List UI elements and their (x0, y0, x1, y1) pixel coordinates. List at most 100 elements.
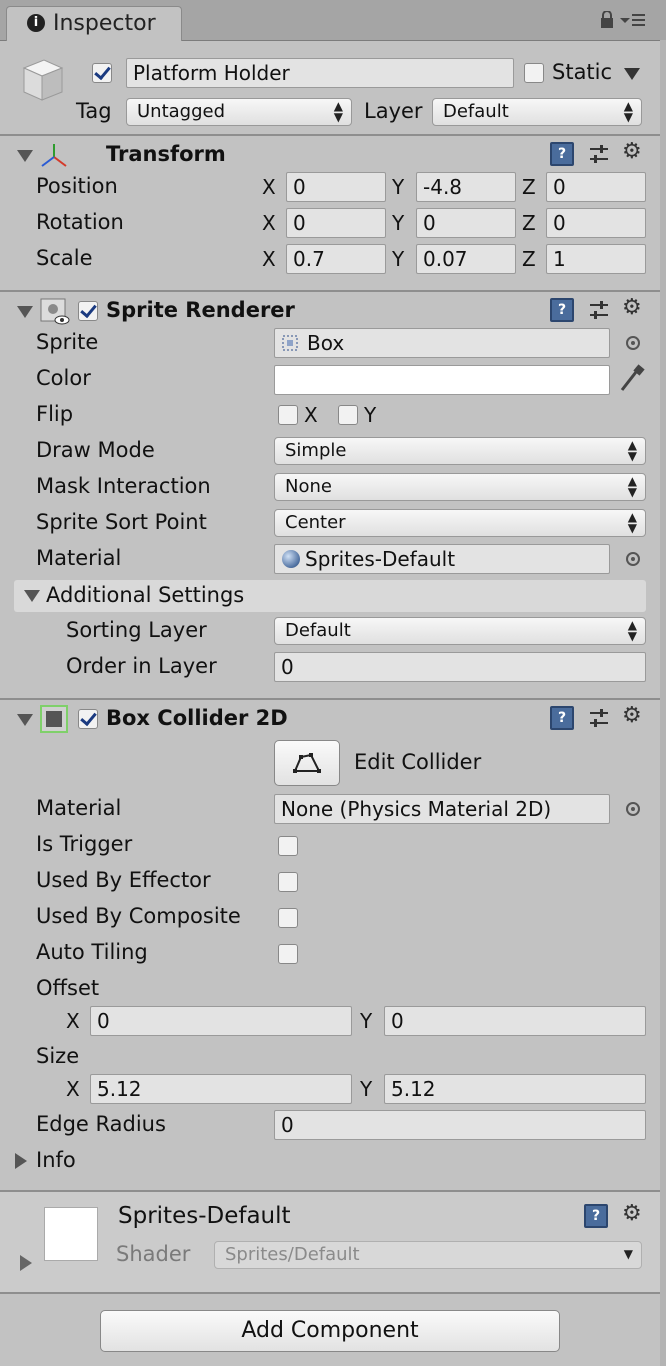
order-in-layer-label: Order in Layer (66, 654, 217, 678)
draw-mode-dropdown[interactable]: Simple ▲ ▼ (274, 437, 646, 465)
sliders-icon[interactable] (588, 707, 610, 729)
gear-icon[interactable]: ⚙ (622, 295, 642, 320)
auto-tiling-checkbox[interactable] (278, 944, 298, 964)
add-component-button[interactable]: Add Component (100, 1310, 560, 1352)
sprite-field[interactable]: Box (274, 328, 610, 358)
menu-icon[interactable] (620, 12, 646, 28)
sliders-icon[interactable] (588, 299, 610, 321)
box-collider-title: Box Collider 2D (106, 706, 288, 730)
position-z-field[interactable]: 0 (546, 172, 646, 202)
help-icon[interactable]: ? (550, 298, 574, 322)
rotation-y-field[interactable]: 0 (416, 208, 516, 238)
collider-material-field[interactable]: None (Physics Material 2D) (274, 794, 610, 824)
offset-y-field[interactable]: 0 (384, 1006, 646, 1036)
size-x-label: X (66, 1077, 80, 1101)
static-label: Static (552, 60, 613, 84)
tag-dropdown-value: Untagged (137, 101, 226, 122)
help-icon[interactable]: ? (584, 1204, 608, 1228)
picker-icon[interactable] (626, 336, 640, 350)
eyedropper-icon[interactable] (618, 364, 646, 394)
additional-settings-foldout[interactable] (24, 590, 40, 602)
scale-y-field[interactable]: 0.07 (416, 244, 516, 274)
axis-z-label: Z (522, 175, 536, 199)
rotation-z-field[interactable]: 0 (546, 208, 646, 238)
dropdown-arrows-icon: ▲ ▼ (627, 438, 637, 463)
sprite-sort-point-dropdown[interactable]: Center ▲ ▼ (274, 509, 646, 537)
is-trigger-label: Is Trigger (36, 832, 133, 856)
static-dropdown-icon[interactable] (624, 68, 640, 80)
used-by-effector-checkbox[interactable] (278, 872, 298, 892)
scrollbar-track[interactable] (660, 40, 666, 1366)
scale-z-field[interactable]: 1 (546, 244, 646, 274)
transform-foldout[interactable] (17, 150, 33, 162)
tab-title: Inspector (53, 11, 156, 36)
info-foldout[interactable] (15, 1153, 27, 1169)
box-collider-enabled-checkbox[interactable] (78, 709, 98, 729)
flip-x-checkbox[interactable] (278, 405, 298, 425)
info-icon: i (27, 14, 45, 32)
divider (0, 698, 660, 700)
info-label: Info (36, 1148, 76, 1172)
sorting-layer-label: Sorting Layer (66, 618, 207, 642)
layer-dropdown[interactable]: Default ▲ ▼ (432, 98, 642, 126)
material-sphere-icon (282, 550, 300, 568)
is-trigger-checkbox[interactable] (278, 836, 298, 856)
dropdown-arrows-icon: ▲ ▼ (627, 618, 637, 643)
edge-radius-label: Edge Radius (36, 1112, 166, 1136)
size-y-field[interactable]: 5.12 (384, 1074, 646, 1104)
position-x-field[interactable]: 0 (286, 172, 386, 202)
draw-mode-value: Simple (285, 440, 347, 461)
gear-icon[interactable]: ⚙ (622, 139, 642, 164)
offset-label: Offset (36, 976, 100, 1000)
size-y-label: Y (360, 1077, 373, 1101)
sprite-renderer-enabled-checkbox[interactable] (78, 301, 98, 321)
shader-label: Shader (116, 1242, 191, 1266)
lock-icon[interactable] (599, 10, 615, 29)
edit-collider-button[interactable] (274, 740, 340, 786)
static-checkbox[interactable] (524, 63, 544, 83)
axis-z-label: Z (522, 211, 536, 235)
object-name-field[interactable]: Platform Holder (126, 58, 514, 88)
sprite-label: Sprite (36, 330, 99, 354)
shader-dropdown[interactable]: Sprites/Default ▼ (214, 1241, 642, 1269)
position-y-field[interactable]: -4.8 (416, 172, 516, 202)
sliders-icon[interactable] (588, 143, 610, 165)
tag-dropdown[interactable]: Untagged ▲ ▼ (126, 98, 352, 126)
picker-icon[interactable] (626, 802, 640, 816)
order-in-layer-field[interactable]: 0 (274, 652, 646, 682)
edge-radius-field[interactable]: 0 (274, 1110, 646, 1140)
axis-y-label: Y (392, 211, 405, 235)
tab-inspector[interactable]: i Inspector (6, 6, 182, 41)
material-preview-foldout[interactable] (20, 1255, 32, 1271)
box-collider-foldout[interactable] (17, 714, 33, 726)
axis-z-label: Z (522, 247, 536, 271)
material-value: Sprites-Default (305, 547, 456, 571)
offset-x-field[interactable]: 0 (90, 1006, 352, 1036)
sprite-renderer-title: Sprite Renderer (106, 298, 295, 322)
picker-icon[interactable] (626, 552, 640, 566)
additional-settings-label: Additional Settings (46, 583, 245, 607)
mask-interaction-dropdown[interactable]: None ▲ ▼ (274, 473, 646, 501)
axis-x-label: X (262, 211, 276, 235)
scale-x-field[interactable]: 0.7 (286, 244, 386, 274)
gear-icon[interactable]: ⚙ (622, 1201, 642, 1226)
sprite-renderer-foldout[interactable] (17, 306, 33, 318)
sorting-layer-dropdown[interactable]: Default ▲ ▼ (274, 617, 646, 645)
rotation-x-field[interactable]: 0 (286, 208, 386, 238)
material-thumbnail (44, 1207, 98, 1261)
layer-dropdown-value: Default (443, 101, 509, 122)
tabbar-controls (599, 10, 646, 30)
flip-y-checkbox[interactable] (338, 405, 358, 425)
gear-icon[interactable]: ⚙ (622, 703, 642, 728)
scale-label: Scale (36, 246, 93, 270)
size-x-field[interactable]: 5.12 (90, 1074, 352, 1104)
color-field[interactable] (274, 365, 610, 395)
used-by-composite-checkbox[interactable] (278, 908, 298, 928)
material-field[interactable]: Sprites-Default (274, 544, 610, 574)
material-label: Material (36, 546, 122, 570)
active-checkbox[interactable] (92, 63, 112, 83)
help-icon[interactable]: ? (550, 142, 574, 166)
collider-material-label: Material (36, 796, 122, 820)
help-icon[interactable]: ? (550, 706, 574, 730)
cube-icon (22, 59, 64, 101)
